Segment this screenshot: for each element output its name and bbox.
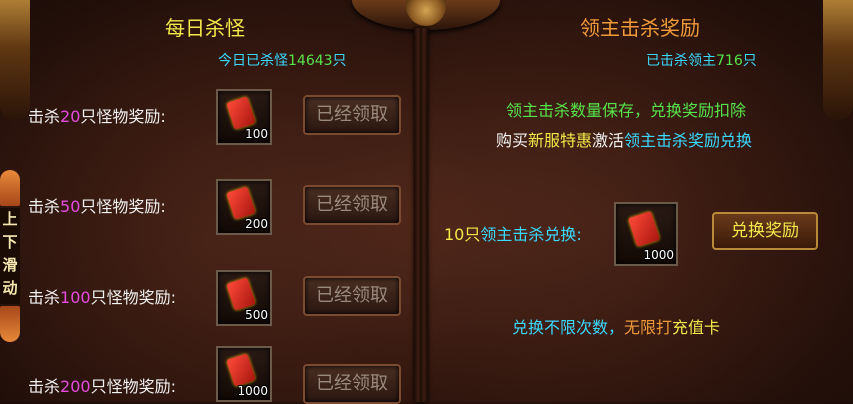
reward-item-slot[interactable]: 1000 [216,346,272,402]
reward-row-label: 击杀200只怪物奖励: [28,377,176,396]
reward-item-slot[interactable]: 100 [216,89,272,145]
boss-info-save: 领主击杀数量保存，兑换奖励扣除 [506,101,747,120]
exchange-reward-button[interactable]: 兑换奖励 [712,212,818,250]
boss-kill-title: 领主击杀奖励 [580,16,700,40]
recharge-card-icon [226,186,256,220]
boss-info-purchase: 购买新服特惠激活领主击杀奖励兑换 [496,131,753,150]
claimed-button[interactable]: 已经领取 [303,95,401,135]
boss-exchange-label: 10只领主击杀兑换: [444,225,582,244]
reward-item-slot[interactable]: 500 [216,270,272,326]
scroll-down-icon[interactable] [0,306,20,342]
reward-row-label: 击杀100只怪物奖励: [28,288,176,307]
center-divider [414,28,428,402]
scroll-hint-label: 上 下 滑 动 [0,208,20,304]
daily-kill-stat: 今日已杀怪14643只 [218,53,347,69]
claimed-button[interactable]: 已经领取 [303,185,401,225]
reward-row-label: 击杀50只怪物奖励: [28,197,166,216]
recharge-card-icon [226,96,256,130]
boss-info-unlimited: 兑换不限次数，无限打充值卡 [512,318,721,337]
daily-kill-title: 每日杀怪 [165,16,245,40]
dragon-face-icon [406,0,446,26]
claimed-button[interactable]: 已经领取 [303,276,401,316]
reward-row-label: 击杀20只怪物奖励: [28,107,166,126]
scroll-up-icon[interactable] [0,170,20,206]
scroll-hint-tab[interactable]: 上 下 滑 动 [0,170,20,342]
boss-reward-item-slot[interactable]: 1000 [614,202,678,266]
boss-kill-stat: 已击杀领主716只 [646,53,757,69]
recharge-card-icon [627,211,661,247]
recharge-card-icon [226,353,256,387]
claimed-button[interactable]: 已经领取 [303,364,401,404]
recharge-card-icon [226,277,256,311]
left-dragon-ornament [0,0,30,120]
reward-item-slot[interactable]: 200 [216,179,272,235]
right-dragon-ornament [823,0,853,120]
